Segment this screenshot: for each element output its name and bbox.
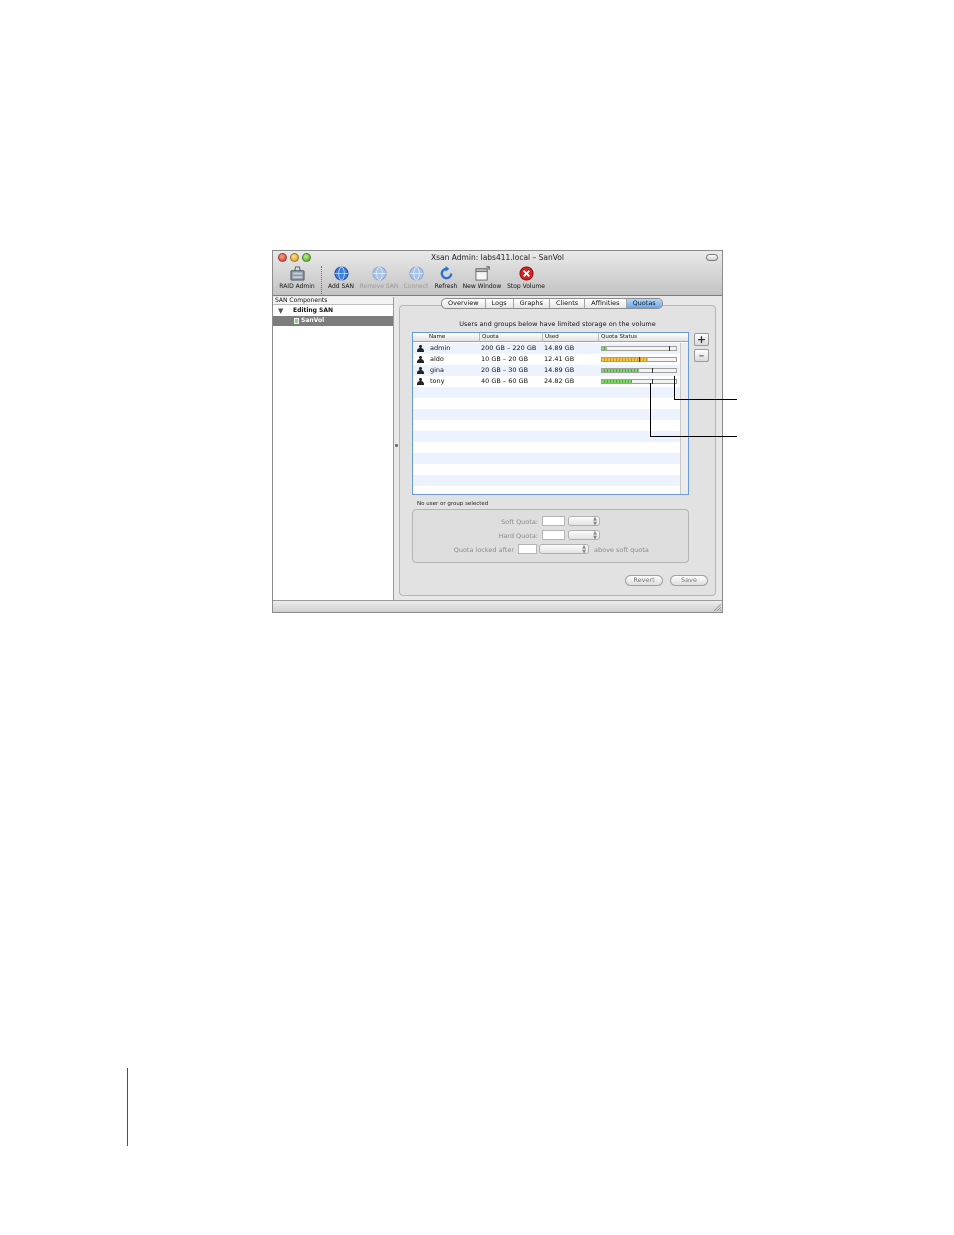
soft-quota-marker — [652, 368, 653, 373]
quota-locked-label: Quota locked after — [453, 546, 514, 554]
table-row[interactable]: admin 200 GB – 220 GB 14.89 GB — [413, 343, 680, 354]
user-icon — [417, 345, 424, 353]
column-header-quota-status[interactable]: Quota Status — [598, 333, 680, 342]
page-margin-rule — [127, 1068, 128, 1146]
refresh-arrow-icon — [440, 266, 452, 280]
popup-arrows-icon: ▲ ▼ — [593, 516, 597, 527]
tab-clients[interactable]: Clients — [550, 299, 586, 308]
column-header-used[interactable]: Used — [542, 333, 598, 342]
soft-quota-field[interactable] — [542, 516, 565, 526]
user-icon — [417, 378, 424, 386]
san-components-sidebar: SAN Components ▼ Editing SAN SanVol — [273, 297, 394, 600]
row-quota: 40 GB – 60 GB — [481, 377, 529, 385]
tab-affinities[interactable]: Affinities — [585, 299, 627, 308]
row-name: aldo — [430, 355, 444, 363]
soft-quota-unit-popup[interactable]: ▲ ▼ — [568, 516, 600, 526]
column-header-name[interactable]: Name — [427, 333, 479, 342]
save-button[interactable]: Save — [670, 575, 708, 586]
toolbar-toggle-button[interactable] — [706, 254, 718, 261]
row-name: gina — [430, 366, 445, 374]
quota-status-fill — [602, 358, 648, 361]
row-used: 14.89 GB — [544, 344, 575, 352]
refresh-button[interactable]: Refresh — [432, 266, 460, 296]
quota-status-fill — [602, 380, 632, 383]
popup-arrows-icon: ▲ ▼ — [582, 544, 586, 555]
remove-san-globe-icon — [371, 266, 387, 281]
tab-quotas[interactable]: Quotas — [626, 299, 662, 308]
stop-volume-button[interactable]: Stop Volume — [506, 266, 546, 296]
table-row[interactable]: tony 40 GB – 60 GB 24.82 GB — [413, 376, 680, 387]
sidebar-item-label: SanVol — [301, 317, 325, 324]
tab-graphs[interactable]: Graphs — [514, 299, 550, 308]
add-quota-button[interactable]: + — [694, 333, 709, 346]
row-quota: 20 GB – 30 GB — [481, 366, 529, 374]
window-title: Xsan Admin: labs411.local – SanVol — [431, 253, 564, 262]
selection-status-text: No user or group selected — [417, 501, 489, 507]
toolbar-separator — [321, 266, 322, 294]
stop-volume-icon — [518, 266, 534, 281]
quotas-info-text: Users and groups below have limited stor… — [459, 320, 656, 328]
row-quota: 10 GB – 20 GB — [481, 355, 529, 363]
quota-detail-box: Soft Quota: ▲ ▼ Hard Quota: ▲ ▼ Quota lock… — [412, 509, 689, 563]
new-window-icon — [474, 266, 490, 281]
raid-admin-icon — [289, 266, 305, 281]
row-used: 12.41 GB — [544, 355, 575, 363]
row-used: 14.89 GB — [544, 366, 575, 374]
popup-arrows-icon: ▲ ▼ — [593, 530, 597, 541]
title-bar[interactable]: Xsan Admin: labs411.local – SanVol — [273, 251, 722, 264]
resize-grip-icon[interactable] — [713, 603, 721, 611]
remove-quota-button[interactable]: – — [694, 349, 709, 362]
volume-icon — [294, 318, 299, 324]
connect-globe-icon — [408, 266, 424, 281]
sidebar-group-editing-san[interactable]: ▼ Editing SAN — [273, 305, 393, 316]
user-icon — [417, 356, 424, 364]
tab-bar: Overview Logs Graphs Clients Affinities … — [441, 298, 663, 309]
revert-button[interactable]: Revert — [625, 575, 663, 586]
window-chrome: Xsan Admin: labs411.local – SanVol RAID … — [273, 251, 722, 296]
sidebar-group-label: Editing SAN — [293, 307, 334, 314]
raid-admin-button[interactable]: RAID Admin — [277, 266, 317, 296]
tab-logs[interactable]: Logs — [486, 299, 514, 308]
above-soft-quota-label: above soft quota — [594, 546, 649, 554]
quota-status-bar — [601, 357, 677, 362]
soft-quota-marker — [669, 346, 670, 351]
callout-line-lower — [650, 383, 737, 437]
user-icon — [417, 367, 424, 375]
new-window-button[interactable]: New Window — [461, 266, 503, 296]
table-body: admin 200 GB – 220 GB 14.89 GB aldo 10 G… — [413, 343, 680, 494]
row-used: 24.82 GB — [544, 377, 575, 385]
remove-san-button[interactable]: Remove SAN — [359, 266, 399, 296]
sidebar-item-sanvol[interactable]: SanVol — [273, 316, 393, 326]
hard-quota-field[interactable] — [542, 530, 565, 540]
add-san-globe-icon — [333, 266, 349, 281]
add-san-button[interactable]: Add SAN — [326, 266, 356, 296]
quota-status-fill — [602, 347, 607, 350]
table-row[interactable]: aldo 10 GB – 20 GB 12.41 GB — [413, 354, 680, 365]
quota-status-bar — [601, 368, 677, 373]
split-view-handle[interactable] — [395, 444, 398, 447]
connect-button[interactable]: Connect — [402, 266, 430, 296]
hard-quota-unit-popup[interactable]: ▲ ▼ — [568, 530, 600, 540]
column-header-quota[interactable]: Quota — [479, 333, 542, 342]
soft-quota-marker — [639, 357, 640, 362]
table-row[interactable]: gina 20 GB – 30 GB 14.89 GB — [413, 365, 680, 376]
soft-quota-label: Soft Quota: — [501, 518, 538, 526]
tab-overview[interactable]: Overview — [442, 299, 486, 308]
row-name: tony — [430, 377, 445, 385]
quota-locked-field[interactable] — [518, 544, 537, 554]
window-status-bar — [273, 600, 722, 612]
quotas-table[interactable]: Name Quota Used Quota Status admin 200 G… — [412, 332, 689, 495]
quota-status-bar — [601, 346, 677, 351]
row-quota: 200 GB – 220 GB — [481, 344, 537, 352]
table-header: Name Quota Used Quota Status — [413, 333, 688, 342]
sidebar-header: SAN Components — [273, 297, 393, 305]
row-name: admin — [430, 344, 451, 352]
hard-quota-label: Hard Quota: — [498, 532, 538, 540]
quota-locked-unit-popup[interactable]: ▲ ▼ — [539, 544, 589, 554]
quota-status-fill — [602, 369, 639, 372]
